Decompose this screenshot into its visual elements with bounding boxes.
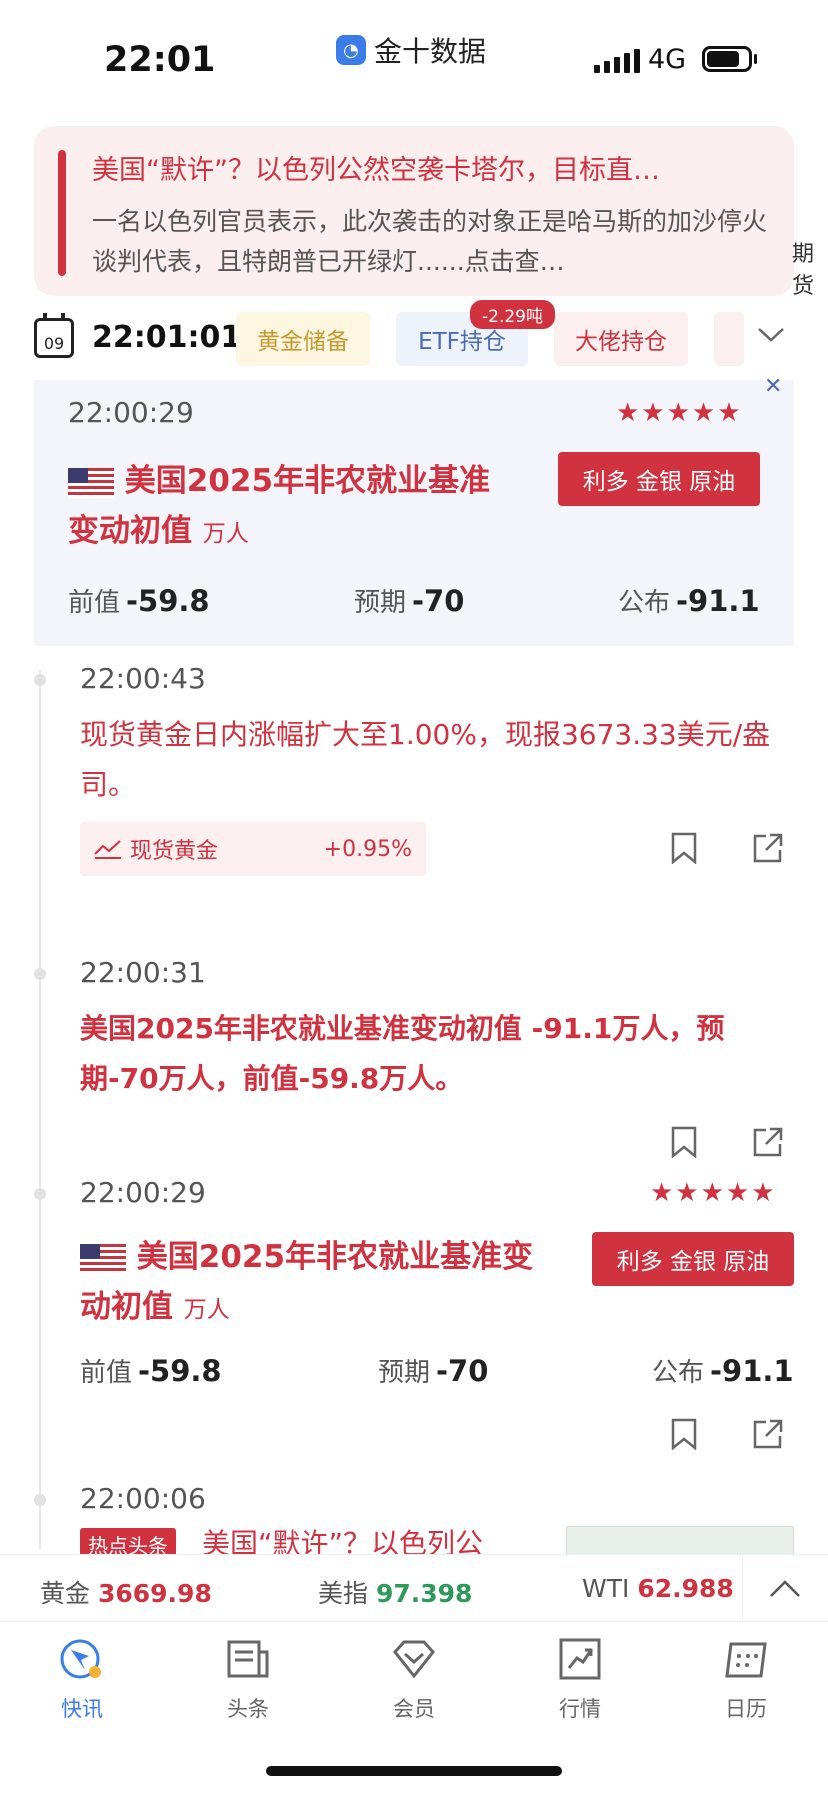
pinned-actual: 公布 -91.1 (618, 584, 760, 618)
app-logo-icon: ◔ (336, 35, 366, 65)
headlines-icon (227, 1640, 269, 1678)
impact-tag[interactable]: 利多 金银 原油 (558, 452, 760, 506)
trend-line-icon (94, 840, 121, 859)
etf-change-badge: -2.29吨 (470, 300, 555, 329)
feed-time: 22:00:31 (80, 956, 206, 989)
feed-text[interactable]: 美国2025年非农就业基准变动初值 -91.1万人，预期-70万人，前值-59.… (80, 1004, 792, 1104)
feed-time: 22:00:29 (80, 1176, 206, 1209)
pinned-time: 22:00:29 (68, 396, 194, 429)
status-time: 22:01 (104, 40, 216, 80)
tab-label: 快讯 (61, 1697, 103, 1721)
tab-market[interactable]: 行情 (530, 1636, 630, 1723)
calendar-icon (725, 1642, 767, 1678)
current-time: 22:01:01 (92, 320, 242, 355)
pinned-unit: 万人 (202, 521, 249, 547)
battery-icon (702, 46, 752, 72)
ticker-usd-index[interactable]: 美指 97.398 (318, 1574, 472, 1610)
battery-cap (754, 54, 757, 64)
feed-prev: 前值 -59.8 (80, 1354, 222, 1388)
feed-expected: 预期 -70 (378, 1354, 489, 1388)
chevron-down-icon[interactable] (756, 320, 786, 350)
feed-text[interactable]: 现货黄金日内涨幅扩大至1.00%，现报3673.33美元/盎司。 (80, 710, 780, 810)
app-indicator[interactable]: ◔ 金十数据 (336, 30, 486, 70)
bookmark-icon[interactable] (668, 832, 700, 864)
tab-calendar[interactable]: 日历 (696, 1636, 796, 1723)
ticker-gold[interactable]: 黄金 3669.98 (40, 1574, 212, 1610)
vip-diamond-icon (393, 1640, 435, 1679)
chip-big-holders[interactable]: 大佬持仓 (554, 312, 688, 366)
impact-tag[interactable]: 利多 金银 原油 (592, 1232, 794, 1286)
share-icon[interactable] (752, 1126, 784, 1158)
banner-body[interactable]: 一名以色列官员表示，此次袭击的对象正是哈马斯的加沙停火谈判代表，且特朗普已开绿灯… (92, 202, 772, 282)
tab-vip[interactable]: 会员 (364, 1636, 464, 1723)
feed-data-title[interactable]: 美国2025年非农就业基准变动初值 万人 (80, 1232, 560, 1335)
timeline-dot (34, 674, 46, 686)
feed-actual: 公布 -91.1 (652, 1354, 794, 1388)
chip-more[interactable] (714, 312, 744, 366)
side-snippet: 期货 (792, 242, 815, 299)
tab-label: 日历 (725, 1697, 767, 1721)
pinned-prev: 前值 -59.8 (68, 584, 210, 618)
pinned-title-text: 美国2025年非农就业基准变动初值 (68, 463, 491, 549)
chevron-up-icon[interactable] (768, 1574, 802, 1604)
us-flag-icon (80, 1243, 126, 1274)
pinned-expected: 预期 -70 (354, 584, 465, 618)
feed-time: 22:00:06 (80, 1482, 206, 1515)
importance-stars: ★★★★★ (650, 1178, 777, 1208)
calendar-day: 09 (43, 334, 65, 353)
flash-news-icon (60, 1639, 101, 1679)
signal-icon (594, 49, 640, 73)
pinned-title[interactable]: 美国2025年非农就业基准变动初值 万人 (68, 456, 508, 559)
share-icon[interactable] (752, 832, 784, 864)
tab-label: 会员 (393, 1697, 435, 1721)
bookmark-icon[interactable] (668, 1126, 700, 1158)
spot-gold-chip[interactable]: 现货黄金 +0.95% (80, 822, 426, 876)
timeline-dot (34, 968, 46, 980)
feed-data-unit: 万人 (183, 1297, 230, 1323)
tab-flash-news[interactable]: 快讯 (32, 1636, 132, 1723)
ticker-divider (742, 1556, 743, 1620)
calendar-icon[interactable]: 09 (34, 313, 74, 358)
spot-gold-label: 现货黄金 (130, 839, 219, 864)
app-name: 金十数据 (374, 35, 487, 68)
timeline-line (39, 670, 41, 1550)
tab-headlines[interactable]: 头条 (198, 1636, 298, 1723)
banner-title[interactable]: 美国“默许”？以色列公然空袭卡塔尔，目标直… (92, 148, 772, 187)
tab-label: 行情 (559, 1697, 601, 1721)
timeline-dot (34, 1494, 46, 1506)
market-chart-icon (559, 1638, 601, 1680)
bookmark-icon[interactable] (668, 1418, 700, 1450)
network-type: 4G (648, 44, 687, 75)
ticker-wti[interactable]: WTI 62.988 (582, 1574, 734, 1603)
spot-gold-change: +0.95% (323, 836, 412, 862)
us-flag-icon (68, 467, 114, 498)
banner-accent-bar (58, 150, 66, 276)
feed-data-title-text: 美国2025年非农就业基准变动初值 (80, 1239, 534, 1325)
importance-stars: ★★★★★ (616, 398, 743, 428)
close-icon[interactable]: ✕ (764, 374, 782, 399)
timeline-dot (34, 1188, 46, 1200)
feed-time: 22:00:43 (80, 662, 206, 695)
chip-gold-reserve[interactable]: 黄金储备 (236, 312, 370, 366)
share-icon[interactable] (752, 1418, 784, 1450)
home-indicator[interactable] (266, 1766, 562, 1776)
tab-label: 头条 (227, 1697, 269, 1721)
